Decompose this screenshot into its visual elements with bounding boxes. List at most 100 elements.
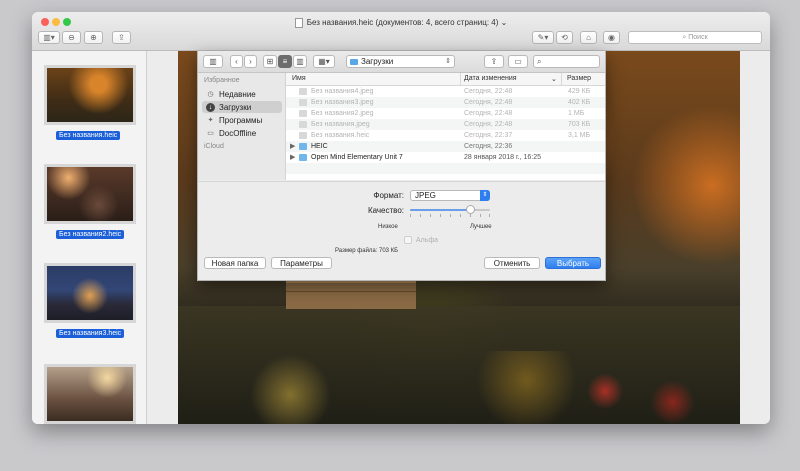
file-date: Сегодня, 22:48 xyxy=(464,110,513,117)
thumbnail-image xyxy=(44,364,136,424)
list-view-button[interactable]: ≡ xyxy=(278,55,292,68)
column-view-button[interactable]: ▥ xyxy=(293,55,307,68)
dialog-search-input[interactable]: ⌕ xyxy=(533,55,600,68)
file-name: Без названия4.jpeg xyxy=(311,88,374,95)
file-name: Без названия.heic xyxy=(311,132,370,139)
alpha-label: Альфа xyxy=(416,237,439,244)
list-icon: ≡ xyxy=(282,57,288,66)
folder-icon: ▭ xyxy=(207,130,214,137)
rotate-icon: ⟲ xyxy=(561,33,568,42)
file-size: 402 КБ xyxy=(568,99,591,106)
chevron-left-icon: ‹ xyxy=(235,57,238,66)
thumbnail-image xyxy=(44,65,136,125)
column-name[interactable]: Имя xyxy=(292,75,306,82)
icon-view-button[interactable]: ⊞ xyxy=(263,55,277,68)
quality-ticks xyxy=(410,214,490,217)
file-row[interactable]: Без названия.jpeg Сегодня, 22:48 703 КБ xyxy=(286,119,605,130)
file-name: HEIC xyxy=(311,143,328,150)
sidebar-item-applications[interactable]: ✦ Программы xyxy=(202,114,282,126)
toggle-sidebar-button[interactable]: ▥ xyxy=(203,55,223,68)
sidebar-item-label: Недавние xyxy=(219,89,256,99)
quality-knob[interactable] xyxy=(466,205,475,214)
zoom-out-button[interactable]: ⊖ xyxy=(62,31,81,44)
chevron-down-icon[interactable]: ⌄ xyxy=(501,18,508,27)
zoom-in-button[interactable]: ⊕ xyxy=(84,31,103,44)
file-row[interactable]: Без названия3.jpeg Сегодня, 22:48 402 КБ xyxy=(286,97,605,108)
tags-button[interactable]: ▭ xyxy=(508,55,528,68)
thumbnail-label: Без названия3.heic xyxy=(56,329,125,338)
file-size: 1 МБ xyxy=(568,110,585,117)
location-popup[interactable]: Загрузки ⇕ xyxy=(346,55,455,68)
image-file-icon xyxy=(299,88,307,95)
dialog-toolbar: ▥ ‹ › ⊞ ≡ ▥ ▦▾ Загрузки ⇕ ⇪ ▭ ⌕ xyxy=(198,51,605,73)
format-label: Формат: xyxy=(373,191,404,200)
choose-button[interactable]: Выбрать xyxy=(545,257,601,269)
grid-icon: ⊞ xyxy=(266,57,274,66)
thumbnail-2[interactable]: Без названия2.heic xyxy=(44,164,136,239)
column-date[interactable]: Дата изменения xyxy=(464,75,517,82)
format-select[interactable]: JPEG ⇕ xyxy=(410,190,490,201)
columns-icon: ▥ xyxy=(296,57,304,66)
file-size: 703 КБ xyxy=(568,121,591,128)
share-button[interactable]: ⇪ xyxy=(484,55,504,68)
group-button[interactable]: ▦▾ xyxy=(313,55,335,68)
quality-slider[interactable] xyxy=(410,205,490,214)
thumbnail-sidebar: Без названия.heic Без названия2.heic Без… xyxy=(32,51,147,424)
export-dialog: ▥ ‹ › ⊞ ≡ ▥ ▦▾ Загрузки ⇕ ⇪ ▭ ⌕ Избранное… xyxy=(197,51,606,281)
disclosure-triangle-icon[interactable]: ▶ xyxy=(290,142,295,150)
quality-low-label: Низкое xyxy=(378,224,398,230)
forward-button[interactable]: › xyxy=(244,55,257,68)
chevron-right-icon: › xyxy=(249,57,252,66)
markup-button[interactable]: ✎▾ xyxy=(532,31,554,44)
cancel-button[interactable]: Отменить xyxy=(484,257,540,269)
sidebar-item-downloads[interactable]: ↓ Загрузки xyxy=(202,101,282,113)
updown-arrows-icon: ⇕ xyxy=(480,190,490,201)
thumbnail-image xyxy=(44,164,136,224)
zoom-out-icon: ⊖ xyxy=(68,33,75,42)
toolbox-icon: ⌂ xyxy=(586,33,591,42)
file-row[interactable]: Без названия2.jpeg Сегодня, 22:48 1 МБ xyxy=(286,108,605,119)
toolbox-button[interactable]: ⌂ xyxy=(580,31,597,44)
image-file-icon xyxy=(299,99,307,106)
thumbnail-label: Без названия.heic xyxy=(56,131,121,140)
new-folder-button[interactable]: Новая папка xyxy=(204,257,266,269)
filesize-value: 703 КБ xyxy=(379,248,399,254)
file-list: Имя Дата изменения ⌄ Размер Без названия… xyxy=(286,73,605,180)
sidebar-icon: ▥ xyxy=(209,57,217,66)
disclosure-triangle-icon[interactable]: ▶ xyxy=(290,153,295,161)
folder-icon xyxy=(299,154,307,161)
file-date: 28 января 2018 г., 16:25 xyxy=(464,154,542,161)
quality-high-label: Лучшее xyxy=(470,224,492,230)
sidebar-item-recents[interactable]: ◷ Недавние xyxy=(202,88,282,100)
sidebar-item-label: Программы xyxy=(219,115,263,125)
file-size: 3,1 МБ xyxy=(568,132,591,139)
file-row[interactable]: Без названия4.jpeg Сегодня, 22:48 429 КБ xyxy=(286,86,605,97)
alpha-checkbox[interactable] xyxy=(404,236,412,244)
sidebar-item-docoffline[interactable]: ▭ DocOffline xyxy=(202,127,282,139)
column-size[interactable]: Размер xyxy=(567,75,591,82)
view-menu-button[interactable]: ▥▾ xyxy=(38,31,60,44)
wooden-dock xyxy=(286,281,416,309)
icloud-header: iCloud xyxy=(204,143,224,150)
share-button[interactable]: ⇪ xyxy=(112,31,131,44)
sidebar-item-label: Загрузки xyxy=(219,102,252,112)
clock-icon: ◷ xyxy=(207,91,214,98)
folder-row[interactable]: ▶ HEIC Сегодня, 22:36 xyxy=(286,141,605,152)
title-bar: Без названия.heic (документов: 4, всего … xyxy=(32,12,770,51)
thumbnail-1[interactable]: Без названия.heic xyxy=(44,65,136,140)
sort-chevron-icon: ⌄ xyxy=(551,76,557,83)
file-row[interactable]: Без названия.heic Сегодня, 22:37 3,1 МБ xyxy=(286,130,605,141)
thumbnail-3[interactable]: Без названия3.heic xyxy=(44,263,136,338)
zoom-in-icon: ⊕ xyxy=(90,33,97,42)
parameters-button[interactable]: Параметры xyxy=(271,257,332,269)
rotate-button[interactable]: ⟲ xyxy=(556,31,573,44)
format-value: JPEG xyxy=(415,191,436,200)
pen-icon: ✎▾ xyxy=(537,33,549,42)
back-button[interactable]: ‹ xyxy=(230,55,243,68)
annotate-button[interactable]: ◉ xyxy=(603,31,620,44)
thumbnail-4[interactable] xyxy=(44,364,136,424)
folder-row[interactable]: ▶ Open Mind Elementary Unit 7 28 января 20… xyxy=(286,152,605,163)
document-icon xyxy=(294,18,303,28)
file-name: Без названия.jpeg xyxy=(311,121,370,128)
search-input[interactable]: ⌕ Поиск xyxy=(628,31,762,44)
